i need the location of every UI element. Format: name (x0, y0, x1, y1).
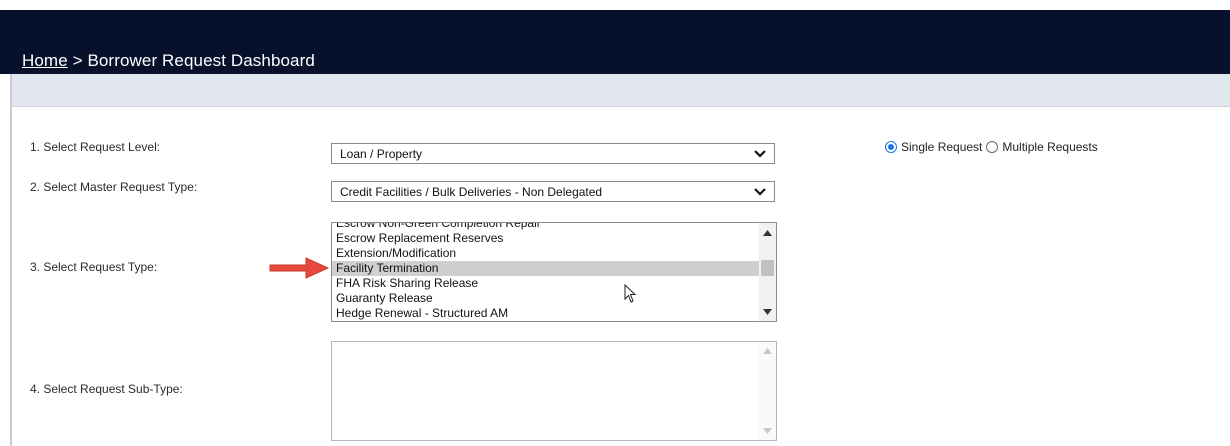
list-item[interactable]: Guaranty Release (332, 291, 760, 306)
request-type-listbox[interactable]: Escrow Non-Green Completion Repair Escro… (331, 222, 777, 322)
single-request-label[interactable]: Single Request (901, 140, 982, 154)
top-border (0, 0, 1230, 10)
scroll-down-icon[interactable] (763, 428, 772, 434)
request-mode-radio-group: Single Request Multiple Requests (885, 140, 1102, 154)
breadcrumb-separator: > (67, 51, 88, 70)
list-item[interactable]: Escrow Non-Green Completion Repair (332, 223, 760, 231)
red-arrow-icon (269, 257, 330, 279)
list-item[interactable]: Hedge Renewal - Structured AM (332, 306, 760, 321)
page-header: Home > Borrower Request Dashboard (0, 10, 1230, 74)
request-sub-type-label: 4. Select Request Sub-Type: (30, 382, 183, 396)
master-request-type-label: 2. Select Master Request Type: (30, 180, 198, 194)
chevron-down-icon (754, 188, 766, 196)
multiple-requests-radio[interactable] (986, 141, 999, 153)
breadcrumb: Home > Borrower Request Dashboard (22, 51, 315, 71)
request-type-label: 3. Select Request Type: (30, 260, 158, 274)
single-request-radio[interactable] (885, 141, 897, 153)
sub-header-bar (12, 74, 1230, 107)
list-item[interactable]: Extension/Modification (332, 246, 760, 261)
request-sub-type-listbox[interactable] (331, 341, 777, 441)
request-level-select[interactable]: Loan / Property (331, 143, 775, 164)
master-request-type-value: Credit Facilities / Bulk Deliveries - No… (340, 185, 603, 199)
list-item[interactable]: FHA Risk Sharing Release (332, 276, 760, 291)
master-request-type-select[interactable]: Credit Facilities / Bulk Deliveries - No… (331, 181, 775, 202)
request-type-options: Escrow Non-Green Completion Repair Escro… (332, 223, 760, 321)
request-level-label: 1. Select Request Level: (30, 140, 161, 154)
request-type-scrollbar[interactable] (759, 223, 776, 321)
mouse-pointer-icon (624, 284, 637, 303)
request-sub-type-scrollbar[interactable] (759, 342, 776, 440)
scroll-down-icon[interactable] (763, 309, 772, 315)
scroll-up-icon[interactable] (763, 348, 772, 354)
request-level-value: Loan / Property (340, 147, 423, 161)
chevron-down-icon (754, 150, 766, 158)
scrollbar-thumb[interactable] (761, 260, 774, 276)
list-item-selected[interactable]: Facility Termination (332, 261, 760, 276)
left-border (10, 74, 12, 446)
multiple-requests-label[interactable]: Multiple Requests (1002, 140, 1097, 154)
breadcrumb-current: Borrower Request Dashboard (87, 51, 315, 70)
breadcrumb-home-link[interactable]: Home (22, 51, 68, 70)
list-item[interactable]: Escrow Replacement Reserves (332, 231, 760, 246)
scroll-up-icon[interactable] (763, 230, 772, 236)
